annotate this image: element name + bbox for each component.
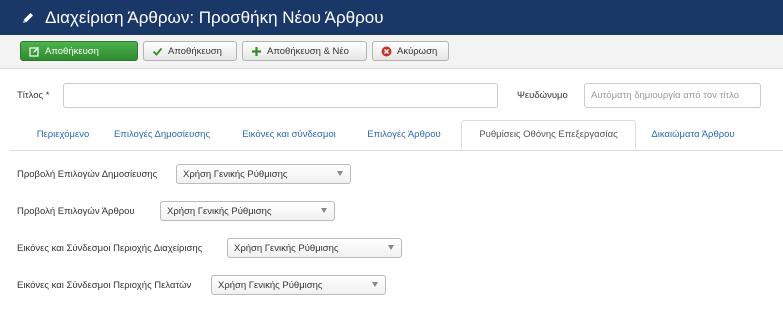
select-publishing-value: Χρήση Γενικής Ρύθμισης <box>183 169 288 180</box>
check-icon <box>152 46 163 57</box>
select-publishing[interactable]: Χρήση Γενικής Ρύθμισης <box>176 164 351 184</box>
select-article-options[interactable]: Χρήση Γενικής Ρύθμισης <box>160 201 335 221</box>
page-title: Διαχείριση Άρθρων: Προσθήκη Νέου Άρθρου <box>45 7 384 27</box>
save-and-new-button[interactable]: Αποθήκευση & Νέο <box>242 41 367 61</box>
apply-button[interactable]: Αποθήκευση <box>143 41 237 61</box>
select-frontend-images-value: Χρήση Γενικής Ρύθμισης <box>218 280 323 291</box>
tab-images-links[interactable]: Εικόνες και σύνδεσμοι <box>233 120 345 149</box>
tab-bar: Περιεχόμενο Επιλογές Δημοσίευσης Εικόνες… <box>10 120 783 151</box>
select-admin-images-value: Χρήση Γενικής Ρύθμισης <box>234 243 339 254</box>
alias-input[interactable]: Αυτόματη δημιουργία από τον τίτλο <box>584 83 761 108</box>
cancel-button[interactable]: Ακύρωση <box>372 41 449 61</box>
select-admin-images[interactable]: Χρήση Γενικής Ρύθμισης <box>227 238 402 258</box>
chevron-down-icon <box>337 171 343 176</box>
field-label-admin-images: Εικόνες και Σύνδεσμοι Περιοχής Διαχείρισ… <box>17 243 203 254</box>
select-article-options-value: Χρήση Γενικής Ρύθμισης <box>167 206 272 217</box>
tab-article-options[interactable]: Επιλογές Άρθρου <box>360 120 448 149</box>
select-frontend-images[interactable]: Χρήση Γενικής Ρύθμισης <box>211 275 386 295</box>
toolbar: Αποθήκευση Αποθήκευση Αποθήκευση & Νέο Α… <box>0 35 783 69</box>
alias-placeholder: Αυτόματη δημιουργία από τον τίτλο <box>591 90 740 101</box>
save-and-new-button-label: Αποθήκευση & Νέο <box>267 45 349 57</box>
field-label-frontend-images: Εικόνες και Σύνδεσμοι Περιοχής Πελατών <box>17 280 192 291</box>
alias-label: Ψευδώνυμο <box>517 90 568 101</box>
tab-content[interactable]: Περιεχόμενο <box>28 120 98 149</box>
chevron-down-icon <box>321 208 327 213</box>
save-button[interactable]: Αποθήκευση <box>20 41 138 61</box>
save-button-label: Αποθήκευση <box>45 45 99 57</box>
plus-icon <box>251 46 262 57</box>
chevron-down-icon <box>388 245 394 250</box>
chevron-down-icon <box>372 282 378 287</box>
field-label-publishing: Προβολή Επιλογών Δημοσίευσης <box>17 169 158 180</box>
title-label: Τίτλος * <box>17 90 50 101</box>
cancel-button-label: Ακύρωση <box>397 45 438 57</box>
close-circle-icon <box>381 46 392 57</box>
edit-icon <box>29 46 40 57</box>
tab-publishing[interactable]: Επιλογές Δημοσίευσης <box>106 120 218 149</box>
field-label-article-options: Προβολή Επιλογών Άρθρου <box>17 206 135 217</box>
tab-editing-layout[interactable]: Ρυθμίσεις Οθόνης Επεξεργασίας <box>461 120 636 150</box>
tab-permissions[interactable]: Δικαιώματα Άρθρου <box>644 120 742 149</box>
pencil-icon <box>23 12 33 23</box>
apply-button-label: Αποθήκευση <box>168 45 222 57</box>
page-header: Διαχείριση Άρθρων: Προσθήκη Νέου Άρθρου <box>0 0 783 35</box>
title-input[interactable] <box>63 83 498 108</box>
